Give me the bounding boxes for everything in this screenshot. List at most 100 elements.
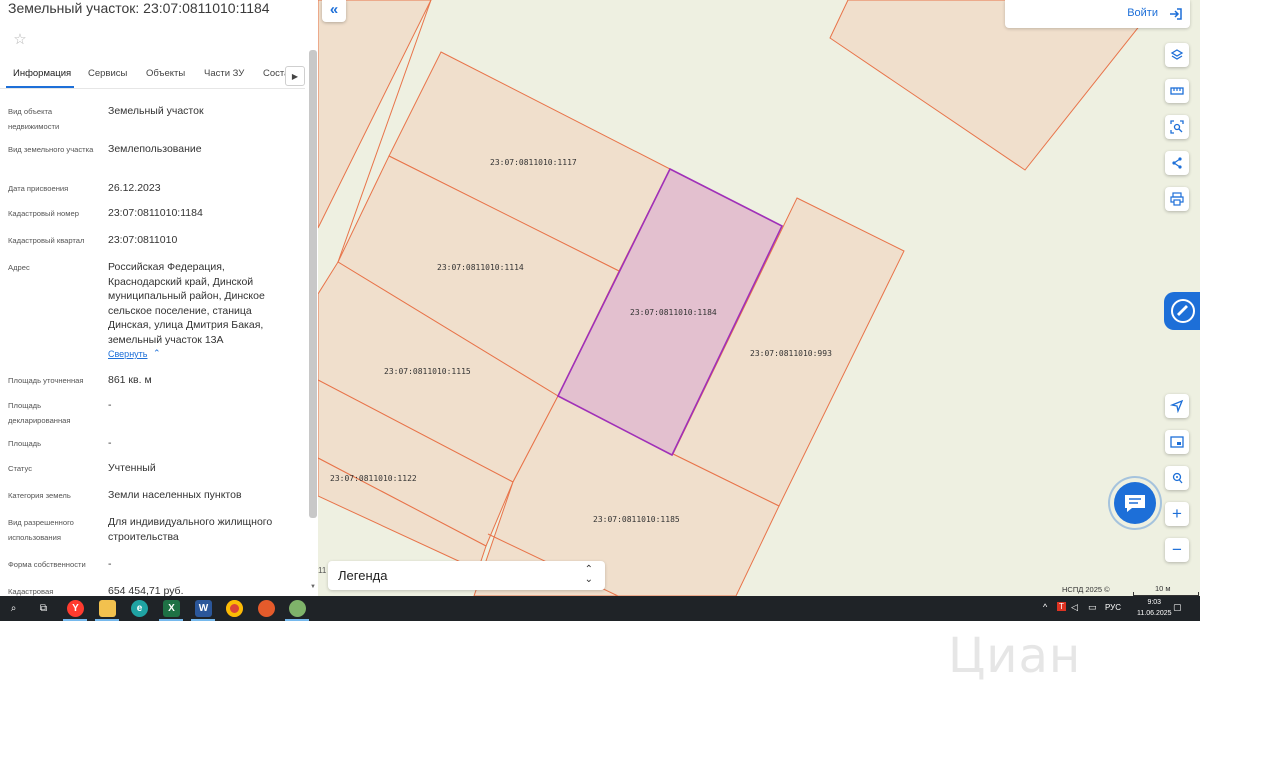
location-pin-button[interactable] [1165,466,1189,490]
area-select-button[interactable] [1165,115,1189,139]
legend-panel[interactable]: Легенда ⌃ ⌄ [328,561,605,590]
chat-button[interactable] [1114,482,1156,524]
map-canvas[interactable]: 23:07:0811010:1117 23:07:0811010:1114 23… [318,0,1200,596]
tabs-next-chevron-icon[interactable]: ▶ [285,66,305,86]
row-value-area-declared: - [108,399,112,411]
row-value-object-type: Земельный участок [108,105,204,117]
edge-icon[interactable]: e [131,600,148,617]
tab-land-parts[interactable]: Части ЗУ [204,68,244,79]
favorite-star-icon[interactable]: ☆ [8,30,32,50]
panel-title: Земельный участок: 23:07:0811010:1184 [8,0,270,16]
volume-icon[interactable]: ◁ [1071,602,1078,613]
legend-label: Легенда [338,568,388,583]
assistant-icon [1171,299,1195,323]
share-icon [1172,157,1182,169]
geolocate-button[interactable] [1165,394,1189,418]
other-app-icon[interactable] [289,600,306,617]
row-value-area-refined: 861 кв. м [108,374,152,386]
row-label-cadastral-quarter: Кадастровый квартал [8,236,85,245]
language-indicator[interactable]: РУС [1105,603,1121,612]
row-value-address: Российская Федерация, Краснодарский край… [108,261,265,346]
row-label-cadastral-value: Кадастровая [8,587,54,596]
login-bar[interactable]: Войти [1005,0,1190,28]
row-label-area: Площадь [8,439,42,448]
assistant-button[interactable] [1164,292,1200,330]
chat-bubble-icon [1125,495,1145,512]
row-label-address: Адрес [8,263,30,272]
row-label-object-type: Вид объекта недвижимости [8,107,60,131]
row-label-ownership: Форма собственности [8,560,86,569]
excel-icon[interactable]: X [163,600,180,617]
plot-label-993: 23:07:0811010:993 [750,349,832,358]
row-value-land-type: Землепользование [108,143,202,155]
layers-button[interactable] [1165,43,1189,67]
file-explorer-icon[interactable] [99,600,116,617]
row-label-status: Статус [8,464,33,473]
row-label-assigned-date: Дата присвоения [8,184,69,193]
tab-information[interactable]: Информация [13,68,71,79]
map-edge-label: 11 [318,566,327,575]
minimap-button[interactable] [1165,430,1189,454]
app-icon[interactable] [258,600,275,617]
print-icon [1170,192,1184,206]
zoom-in-button[interactable]: + [1165,502,1189,526]
chrome-icon[interactable] [226,600,243,617]
row-value-land-category: Земли населенных пунктов [108,489,242,501]
row-label-land-category: Категория земель [8,491,71,500]
word-icon[interactable]: W [195,600,212,617]
row-value-cadastral-number: 23:07:0811010:1184 [108,207,203,219]
active-app-indicator [191,619,215,621]
expand-collapse-icon[interactable]: ⌃ ⌄ [585,565,593,585]
row-label-area-refined: Площадь уточненная [8,376,84,385]
layers-icon [1170,49,1184,60]
task-view-icon[interactable]: ⧉ [35,600,52,617]
row-label-area-declared: Площадь декларированная [8,401,71,425]
search-icon[interactable]: ⌕ [5,600,22,617]
area-search-icon [1170,120,1184,134]
windows-taskbar: ⌕ ⧉ Y e X W ^ T ◁ ▭ РУС 9:03 11.06.2025 … [0,596,1200,621]
zoom-out-button[interactable]: − [1165,538,1189,562]
row-value-permitted-use: Для индивидуального жилищного строительс… [108,516,273,543]
scroll-down-arrow-icon[interactable]: ▼ [309,584,317,594]
network-icon[interactable]: ▭ [1088,602,1097,613]
ruler-icon [1170,87,1184,95]
login-button[interactable]: Войти [1127,7,1158,19]
share-button[interactable] [1165,151,1189,175]
collapse-panel-icon[interactable]: « [322,0,346,22]
info-panel: Земельный участок: 23:07:0811010:1184 ☆ … [0,0,318,596]
clock[interactable]: 9:03 11.06.2025 [1137,597,1172,619]
yandex-browser-icon[interactable]: Y [67,600,84,617]
plot-label-1185: 23:07:0811010:1185 [593,515,680,524]
notifications-icon[interactable]: ▢ [1173,602,1182,613]
row-value-assigned-date: 26.12.2023 [108,182,161,194]
tab-services[interactable]: Сервисы [88,68,127,79]
collapse-link[interactable]: Свернуть [108,349,147,359]
navigation-arrow-icon [1170,399,1184,413]
row-label-land-type: Вид земельного участка [8,145,94,154]
row-value-cadastral-value: 654 454,71 руб. [108,585,184,596]
print-button[interactable] [1165,187,1189,211]
plot-label-1122: 23:07:0811010:1122 [330,474,417,483]
tray-chevron-up-icon[interactable]: ^ [1043,602,1047,612]
panel-scrollbar[interactable] [309,50,317,518]
map-attribution: НСПД 2025 © [1062,585,1110,594]
location-search-icon [1172,472,1183,484]
row-value-area: - [108,437,112,449]
chevron-up-icon[interactable]: ⌃ [153,348,161,359]
login-icon[interactable] [1168,6,1184,22]
tab-objects[interactable]: Объекты [146,68,185,79]
cadastral-map[interactable]: 23:07:0811010:1117 23:07:0811010:1114 23… [318,0,1200,596]
active-tab-indicator [6,86,74,88]
tab-bar: Информация Сервисы Объекты Части ЗУ Сост… [0,62,305,89]
active-app-indicator [285,619,309,621]
antivirus-tray-icon[interactable]: T [1057,602,1066,611]
row-value-cadastral-quarter: 23:07:0811010 [108,234,178,246]
active-app-indicator [159,619,183,621]
plot-label-1114: 23:07:0811010:1114 [437,263,524,272]
ruler-button[interactable] [1165,79,1189,103]
active-app-indicator [95,619,119,621]
row-value-ownership: - [108,558,112,570]
plot-label-1115: 23:07:0811010:1115 [384,367,471,376]
row-label-cadastral-number: Кадастровый номер [8,209,79,218]
plot-label-1184: 23:07:0811010:1184 [630,308,717,317]
